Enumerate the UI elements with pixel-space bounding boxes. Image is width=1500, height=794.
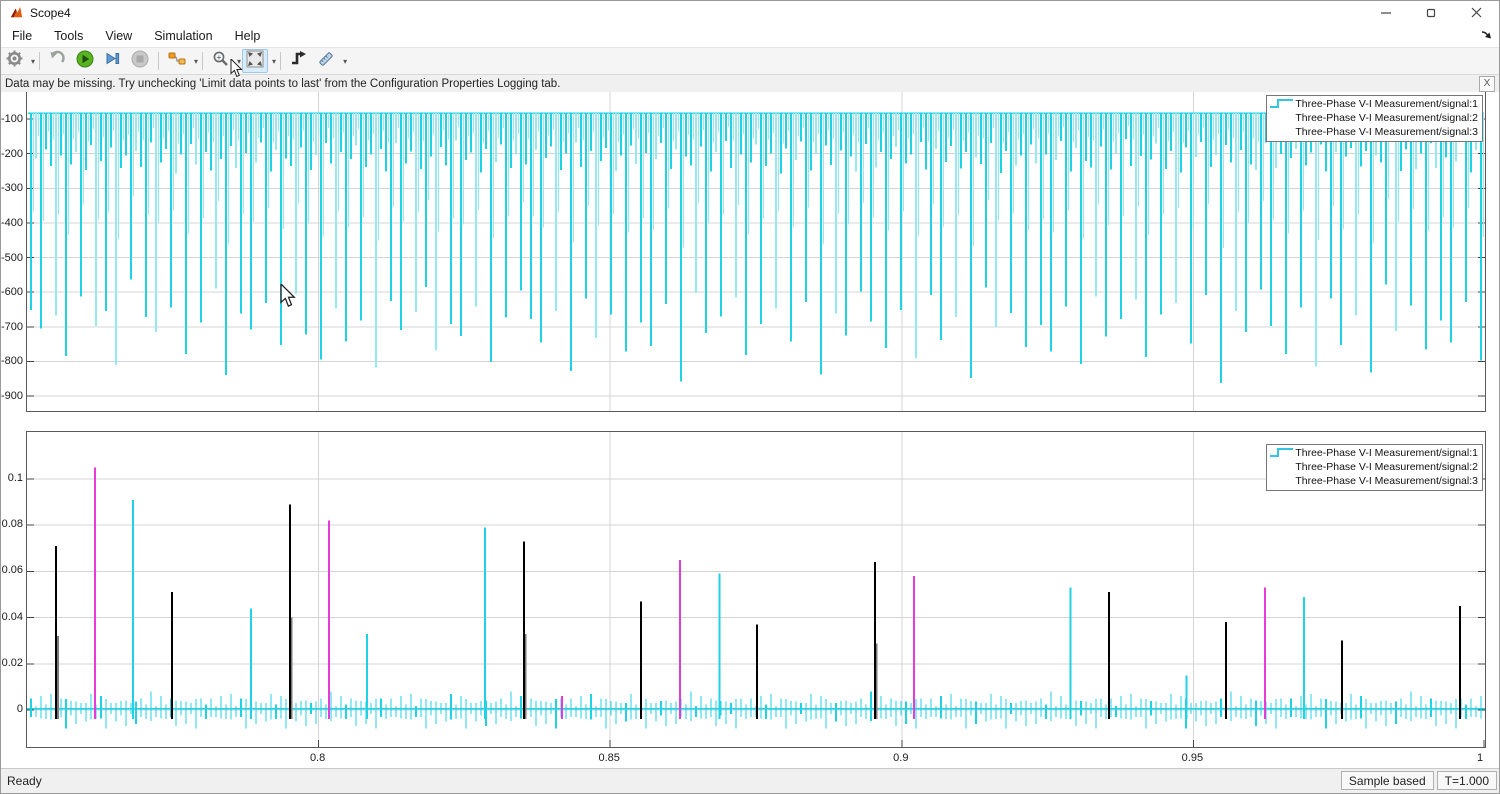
toolbar-separator bbox=[202, 52, 203, 70]
measurements-button[interactable] bbox=[313, 49, 339, 73]
y-tick-label: -300 bbox=[1, 182, 23, 194]
close-button[interactable] bbox=[1454, 1, 1499, 24]
configuration-properties-dropdown-arrow[interactable]: ▾ bbox=[31, 57, 35, 66]
measurements-dropdown-arrow[interactable]: ▾ bbox=[343, 57, 347, 66]
y-tick-label: -100 bbox=[1, 113, 23, 125]
x-tick-label: 1 bbox=[1460, 752, 1500, 764]
notification-text: Data may be missing. Try unchecking 'Lim… bbox=[5, 78, 560, 90]
y-tick-label: -700 bbox=[1, 321, 23, 333]
menu-help[interactable]: Help bbox=[224, 29, 272, 43]
maximize-button[interactable] bbox=[1409, 1, 1454, 24]
toolbar-separator bbox=[158, 52, 159, 70]
y-tick-label: 0.06 bbox=[1, 564, 23, 576]
y-tick-label: 0.1 bbox=[1, 472, 23, 484]
menu-tools[interactable]: Tools bbox=[43, 29, 94, 43]
configuration-properties-button[interactable] bbox=[2, 49, 27, 73]
legend-entry-label: Three-Phase V-I Measurement/signal:1 bbox=[1295, 447, 1478, 459]
x-tick-label: 0.95 bbox=[1172, 752, 1212, 764]
legend-step-line-icon bbox=[1267, 96, 1295, 110]
legend-step-line-icon bbox=[1267, 445, 1295, 459]
plot1-legend[interactable]: Three-Phase V-I Measurement/signal:1 Thre… bbox=[1266, 95, 1483, 142]
status-sim-time: T=1.000 bbox=[1437, 771, 1497, 790]
run-icon bbox=[76, 50, 94, 73]
signal-selector-dropdown-arrow[interactable]: ▾ bbox=[194, 57, 198, 66]
legend-entry: Three-Phase V-I Measurement/signal:3 bbox=[1269, 125, 1478, 139]
window-title: Scope4 bbox=[30, 6, 71, 20]
y-tick-label: -500 bbox=[1, 252, 23, 264]
legend-entry: Three-Phase V-I Measurement/signal:2 bbox=[1269, 460, 1478, 474]
toolbar-separator bbox=[280, 52, 281, 70]
toolbar: ▾ ▾ + ▾ ▾ ▾ bbox=[1, 48, 1499, 75]
run-button[interactable] bbox=[72, 49, 98, 73]
notification-bar: Data may be missing. Try unchecking 'Lim… bbox=[1, 75, 1499, 93]
y-tick-label: -900 bbox=[1, 390, 23, 402]
trigger-icon bbox=[290, 50, 307, 72]
plot2-axes[interactable]: Three-Phase V-I Measurement/signal:1 Thre… bbox=[26, 431, 1486, 748]
signal-selector-icon bbox=[168, 51, 186, 72]
status-bar: Ready Sample based T=1.000 bbox=[1, 768, 1499, 793]
zoom-dropdown-arrow[interactable]: ▾ bbox=[237, 57, 241, 66]
expand-arrows-icon bbox=[246, 50, 264, 73]
legend-entry: Three-Phase V-I Measurement/signal:3 bbox=[1269, 474, 1478, 488]
menu-simulation[interactable]: Simulation bbox=[143, 29, 223, 43]
notification-close-button[interactable]: X bbox=[1479, 76, 1495, 92]
y-tick-label: -200 bbox=[1, 148, 23, 160]
status-sample-mode: Sample based bbox=[1341, 771, 1434, 790]
scope-window: Scope4 File Tools View Simulation Help ▾… bbox=[0, 0, 1500, 794]
y-tick-label: 0.08 bbox=[1, 518, 23, 530]
legend-entry: Three-Phase V-I Measurement/signal:2 bbox=[1269, 111, 1478, 125]
trigger-button[interactable] bbox=[286, 49, 311, 73]
plot-region: -100 -200 -300 -400 -500 -600 -700 -800 -900 0 0.… bbox=[1, 92, 1500, 771]
fit-to-view-button[interactable] bbox=[242, 49, 268, 73]
status-text: Ready bbox=[7, 774, 42, 788]
y-tick-label: 0 bbox=[1, 703, 23, 715]
signal-selector-button[interactable] bbox=[164, 49, 190, 73]
fit-to-view-dropdown-arrow[interactable]: ▾ bbox=[272, 57, 276, 66]
legend-entry: Three-Phase V-I Measurement/signal:1 bbox=[1269, 446, 1478, 460]
legend-entry-label: Three-Phase V-I Measurement/signal:2 bbox=[1295, 461, 1478, 473]
stop-icon bbox=[131, 50, 149, 73]
step-forward-button[interactable] bbox=[100, 49, 125, 73]
stop-button[interactable] bbox=[127, 49, 153, 73]
minimize-button[interactable] bbox=[1364, 1, 1409, 24]
app-icon bbox=[9, 5, 24, 20]
menu-bar: File Tools View Simulation Help bbox=[1, 24, 1499, 48]
legend-entry: Three-Phase V-I Measurement/signal:1 bbox=[1269, 97, 1478, 111]
plot1-axes[interactable]: Three-Phase V-I Measurement/signal:1 Thre… bbox=[26, 92, 1486, 412]
menu-file[interactable]: File bbox=[1, 29, 43, 43]
legend-entry-label: Three-Phase V-I Measurement/signal:3 bbox=[1295, 475, 1478, 487]
svg-text:+: + bbox=[217, 53, 222, 62]
step-back-icon bbox=[49, 50, 66, 72]
x-tick-label: 0.85 bbox=[589, 752, 629, 764]
dock-arrow-icon[interactable] bbox=[1480, 28, 1493, 41]
legend-entry-label: Three-Phase V-I Measurement/signal:3 bbox=[1295, 126, 1478, 138]
measurements-icon bbox=[317, 50, 335, 73]
zoom-button[interactable]: + bbox=[208, 49, 233, 73]
y-tick-label: -400 bbox=[1, 217, 23, 229]
highlight-block-button[interactable] bbox=[45, 49, 70, 73]
y-tick-label: 0.04 bbox=[1, 611, 23, 623]
x-tick-label: 0.8 bbox=[298, 752, 338, 764]
step-forward-icon bbox=[104, 50, 121, 72]
magnifier-icon: + bbox=[212, 50, 229, 72]
legend-entry-label: Three-Phase V-I Measurement/signal:1 bbox=[1295, 98, 1478, 110]
gear-icon bbox=[6, 50, 23, 72]
x-tick-label: 0.9 bbox=[881, 752, 921, 764]
y-tick-label: -800 bbox=[1, 355, 23, 367]
plot2-legend[interactable]: Three-Phase V-I Measurement/signal:1 Thre… bbox=[1266, 444, 1483, 491]
title-bar: Scope4 bbox=[1, 1, 1499, 24]
legend-entry-label: Three-Phase V-I Measurement/signal:2 bbox=[1295, 112, 1478, 124]
y-tick-label: -600 bbox=[1, 286, 23, 298]
y-tick-label: 0.02 bbox=[1, 657, 23, 669]
menu-view[interactable]: View bbox=[94, 29, 143, 43]
toolbar-separator bbox=[39, 52, 40, 70]
